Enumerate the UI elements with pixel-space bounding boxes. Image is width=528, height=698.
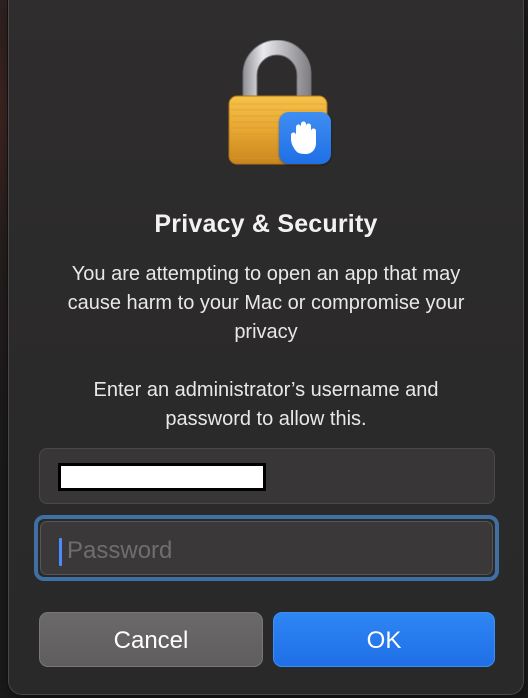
username-redaction [58, 463, 266, 491]
text-cursor [59, 538, 62, 566]
cancel-button[interactable]: Cancel [39, 612, 263, 667]
dialog-title: Privacy & Security [154, 210, 378, 238]
hand-stop-icon [291, 121, 316, 154]
hand-badge [279, 112, 331, 164]
username-field[interactable] [39, 448, 495, 504]
password-focus-ring: Password [34, 515, 499, 581]
dialog-message: You are attempting to open an app that m… [67, 263, 465, 343]
lock-illustration [221, 39, 336, 168]
password-placeholder: Password [67, 537, 173, 564]
dialog-instruction: Enter an administrator’s username and pa… [93, 379, 439, 430]
password-field[interactable]: Password [40, 521, 493, 575]
authorization-dialog: Privacy & Security You are attempting to… [8, 0, 524, 695]
ok-button[interactable]: OK [273, 612, 495, 667]
